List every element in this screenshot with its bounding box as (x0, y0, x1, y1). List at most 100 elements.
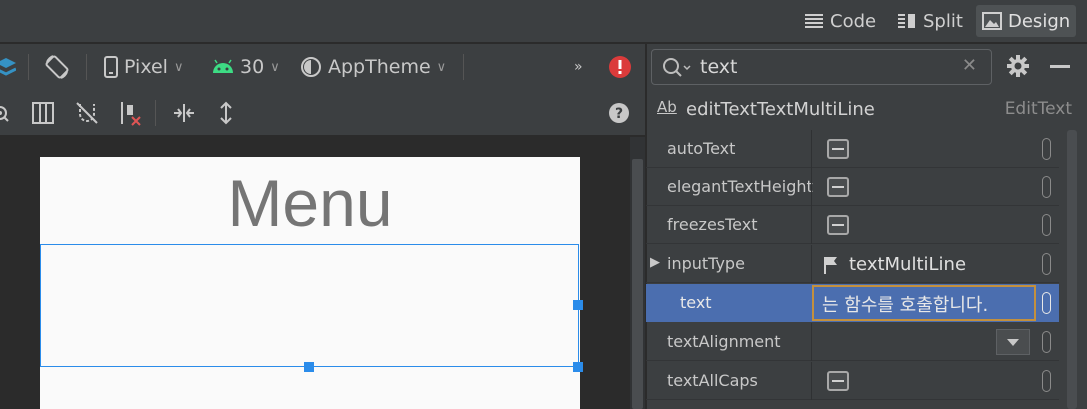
attribute-row[interactable]: freezesText (646, 206, 1059, 244)
toolbar-divider (28, 54, 29, 80)
split-view-icon (898, 14, 915, 28)
toolbar-divider (155, 100, 156, 126)
toolbar-divider (86, 54, 87, 80)
component-type-icon: Ab (657, 98, 677, 116)
column-divider (811, 323, 812, 361)
scrollbar-thumb[interactable] (1067, 130, 1077, 409)
resource-picker-icon[interactable] (1042, 292, 1051, 314)
code-view-label: Code (830, 10, 877, 32)
indeterminate-checkbox[interactable] (827, 371, 849, 391)
chevron-down-icon: ∨ (270, 59, 280, 75)
attribute-name: inputType (667, 254, 745, 273)
magnet-off-icon (76, 102, 98, 124)
resource-picker-icon[interactable] (1042, 176, 1051, 198)
top-bar: Code Split Design (0, 0, 1087, 43)
api-level-label: 30 (240, 56, 265, 78)
attribute-name: freezesText (667, 215, 758, 234)
blueprint-button[interactable] (32, 90, 54, 136)
component-class: EditText (1004, 99, 1072, 119)
chevron-down-icon: ∨ (173, 59, 184, 75)
horizontal-arrows-icon (174, 104, 194, 122)
alignment-dropdown[interactable] (996, 329, 1030, 355)
theme-label: AppTheme (328, 56, 431, 78)
attribute-row[interactable]: autoText (646, 130, 1059, 168)
column-divider (811, 245, 812, 283)
columns-icon (32, 102, 54, 124)
scrollbar-thumb[interactable] (632, 159, 643, 409)
pack-horizontal-button[interactable] (172, 90, 196, 136)
resource-picker-icon[interactable] (1042, 331, 1051, 353)
overflow-button[interactable]: » (574, 44, 583, 90)
attribute-search-input[interactable]: text ✕ (651, 49, 992, 85)
clear-constraints-icon (121, 102, 141, 126)
design-toolbar: Pixel ∨ 30 ∨ AppTheme ∨ » (0, 44, 645, 90)
attribute-row-selected[interactable]: text 는 함수를 호출합니다. (646, 284, 1059, 322)
autoconnect-toggle[interactable] (74, 90, 100, 136)
component-id: editTextTextMultiLine (686, 99, 875, 120)
code-lines-icon (805, 14, 823, 28)
column-divider (811, 168, 812, 206)
theme-icon (301, 57, 321, 77)
split-view-button[interactable]: Split (891, 5, 969, 37)
canvas-scrollbar[interactable] (630, 137, 645, 409)
design-view-label: Design (1008, 10, 1071, 32)
device-selector[interactable]: Pixel ∨ (104, 44, 183, 90)
attribute-name: textAlignment (667, 332, 781, 351)
layers-icon (0, 58, 16, 76)
layout-toolbar: ? (0, 90, 645, 136)
orientation-button[interactable] (44, 44, 70, 90)
code-view-button[interactable]: Code (798, 5, 882, 37)
api-level-selector[interactable]: 30 ∨ (212, 44, 280, 90)
theme-selector[interactable]: AppTheme ∨ (300, 44, 446, 90)
column-divider (811, 362, 812, 400)
resize-handle-bottom[interactable] (304, 362, 314, 372)
error-icon (609, 56, 631, 78)
indeterminate-checkbox[interactable] (827, 215, 849, 235)
layers-icon-button[interactable] (0, 44, 16, 90)
image-icon (982, 12, 1002, 30)
resize-handle-right[interactable] (573, 300, 583, 310)
attribute-row[interactable]: elegantTextHeight (646, 168, 1059, 206)
error-indicator[interactable] (608, 44, 632, 90)
android-icon (213, 59, 233, 73)
text-value: 는 함수를 호출합니다. (822, 295, 989, 316)
design-view-button[interactable]: Design (976, 5, 1077, 37)
vertical-arrows-icon (220, 101, 232, 125)
device-label: Pixel (124, 56, 168, 78)
expand-arrow-icon[interactable]: ▶ (650, 255, 660, 270)
text-value-editor[interactable]: 는 함수를 호출합니다. (812, 285, 1036, 321)
search-value: text (700, 56, 738, 78)
attribute-name: textAllCaps (667, 371, 758, 390)
settings-button[interactable] (1006, 54, 1030, 82)
resource-picker-icon[interactable] (1042, 253, 1051, 275)
selected-edittext[interactable] (40, 244, 579, 367)
vertical-expand-button[interactable] (218, 90, 234, 136)
eye-icon (0, 106, 9, 122)
resource-picker-icon[interactable] (1042, 214, 1051, 236)
indeterminate-checkbox[interactable] (827, 177, 849, 197)
attribute-name: autoText (667, 139, 736, 158)
view-options-button[interactable] (0, 90, 14, 136)
resize-handle-bottom-right[interactable] (573, 362, 583, 372)
phone-icon (104, 56, 118, 78)
attribute-row[interactable]: ▶ inputType textMultiLine (646, 245, 1059, 283)
resource-picker-icon[interactable] (1042, 138, 1051, 160)
indeterminate-checkbox[interactable] (827, 139, 849, 159)
attribute-name: text (680, 293, 712, 312)
panel-scrollbar[interactable] (1063, 130, 1081, 409)
resource-picker-icon[interactable] (1042, 370, 1051, 392)
split-view-label: Split (923, 10, 963, 32)
toolbar-divider (463, 54, 464, 80)
flag-icon (824, 257, 837, 274)
gear-icon (1007, 55, 1029, 77)
attribute-name: elegantTextHeight (667, 177, 813, 196)
clear-constraints-button[interactable] (118, 90, 144, 136)
minimize-panel-button[interactable] (1050, 65, 1070, 68)
attribute-row[interactable]: textAlignment (646, 323, 1059, 361)
attribute-row[interactable]: textAllCaps (646, 362, 1059, 400)
dropdown-arrow-icon (1007, 339, 1019, 346)
chevron-down-icon: ∨ (436, 59, 447, 75)
help-button[interactable]: ? (608, 90, 630, 136)
clear-search-icon[interactable]: ✕ (962, 55, 977, 76)
menu-title-text[interactable]: Menu (40, 165, 580, 241)
